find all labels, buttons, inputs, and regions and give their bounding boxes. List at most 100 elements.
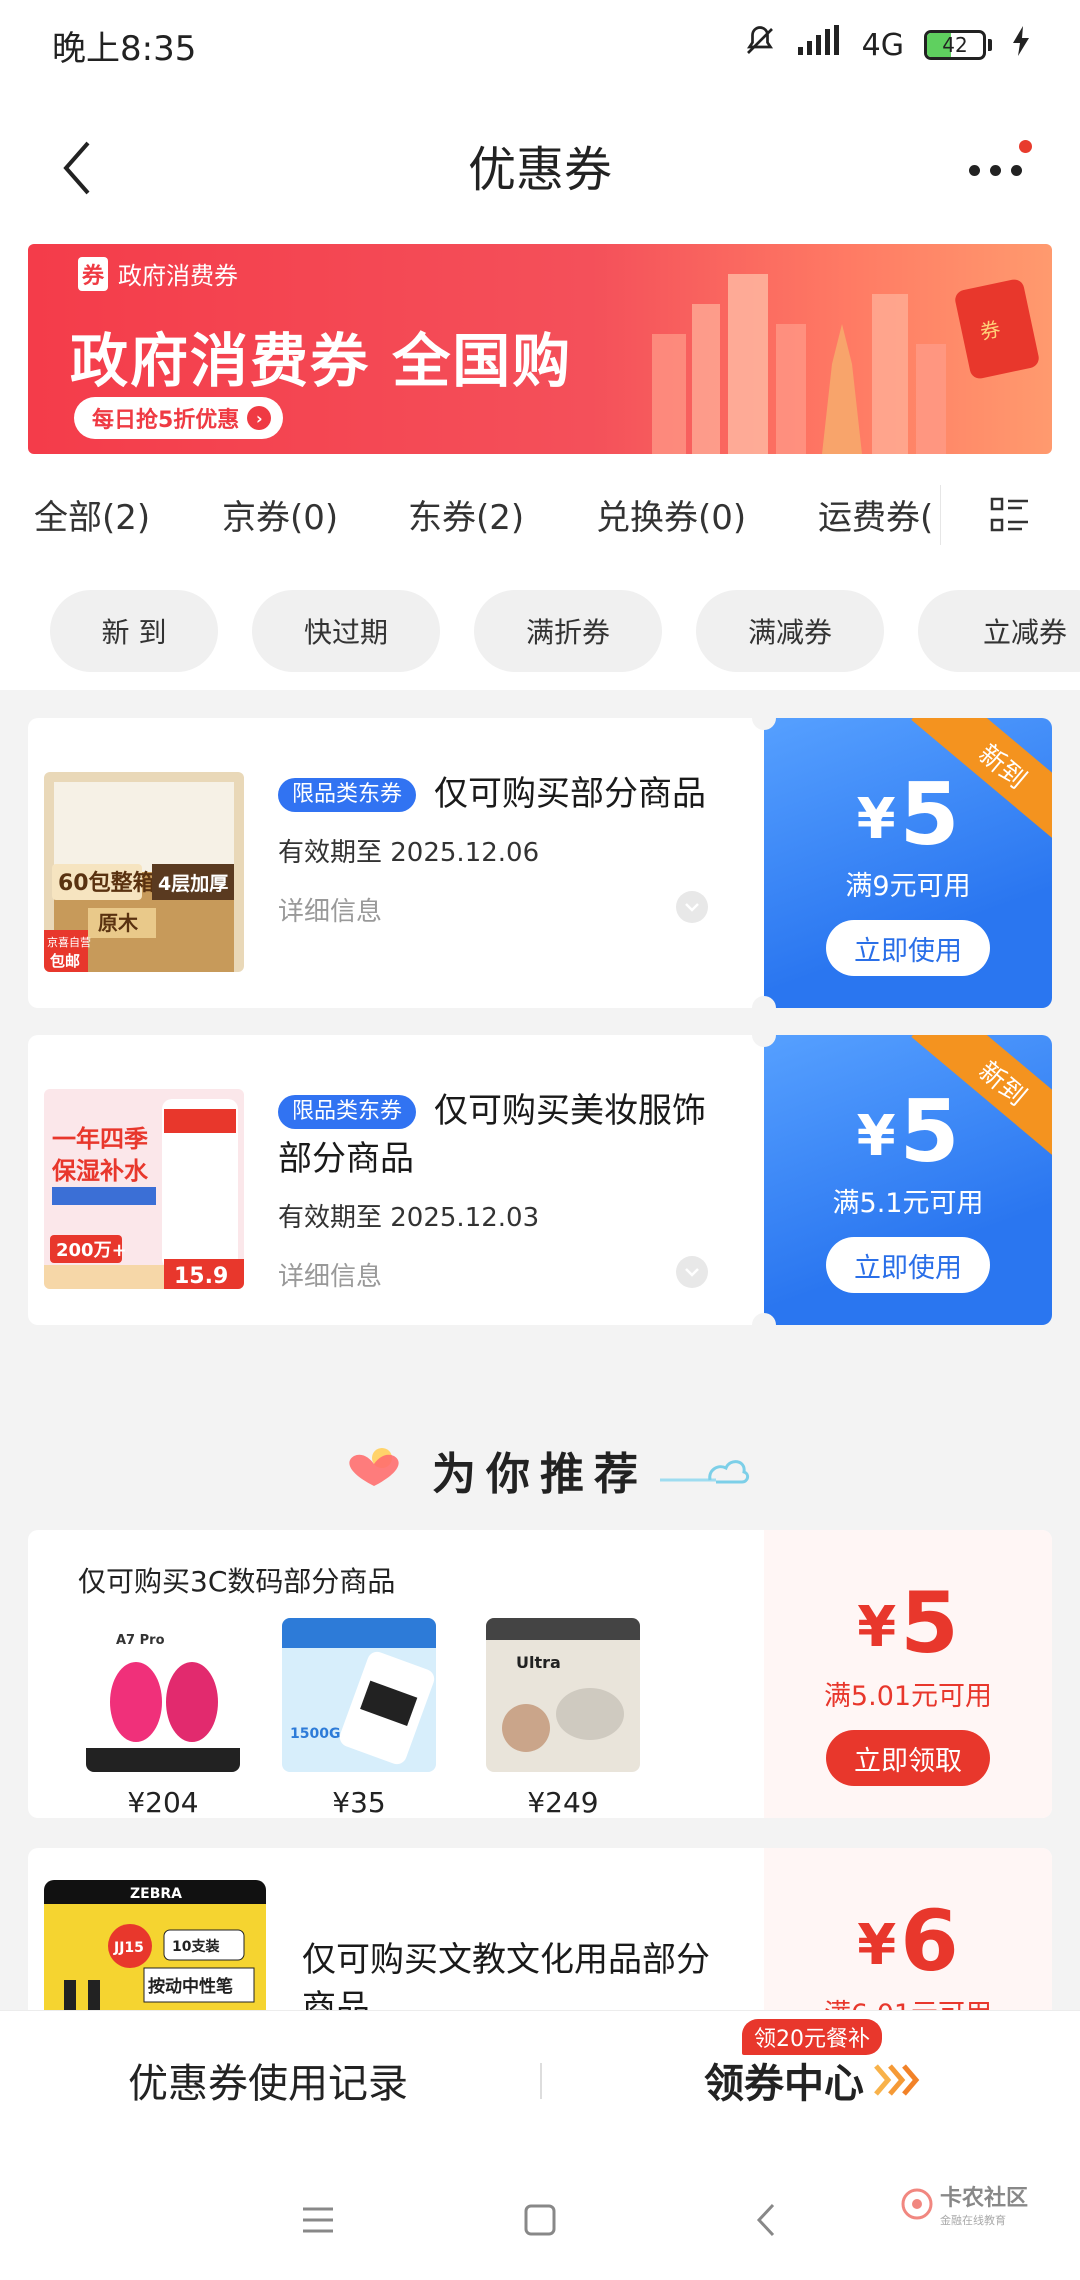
promo-banner[interactable]: 券 政府消费券 政府消费券 全国购 每日抢5折优惠 › 券 xyxy=(28,244,1052,454)
status-bar: 晚上8:35 4G 42 xyxy=(0,0,1080,90)
thumb-label: 200万+ xyxy=(56,1240,127,1261)
list-grid-icon xyxy=(990,497,1028,532)
banner-tag: 券 政府消费券 xyxy=(78,256,238,291)
coupon-value-panel: 新到 ¥5 满5.1元可用 立即使用 xyxy=(764,1035,1052,1325)
menu-icon xyxy=(303,2207,333,2233)
thumb-label: 保湿补水 xyxy=(51,1157,149,1185)
triple-chevron-icon xyxy=(874,2064,920,2096)
thumb-label: 60包整箱 xyxy=(58,870,155,896)
thumb-label: JJ15 xyxy=(113,1940,144,1956)
home-nav-button[interactable] xyxy=(510,2190,570,2250)
product-thumbnail: 60包整箱 4层加厚 原木 京喜自营 包邮 xyxy=(44,772,244,972)
heart-decoration-icon xyxy=(349,1448,399,1486)
watermark-title: 卡农社区 xyxy=(940,2186,1029,2211)
tab-jd-coupon[interactable]: 京券(0) xyxy=(222,490,338,539)
battery-icon: 42 xyxy=(924,30,992,60)
detail-label: 详细信息 xyxy=(278,1262,383,1292)
coupon-validity: 有效期至 2025.12.03 xyxy=(278,1203,540,1233)
menu-nav-button[interactable] xyxy=(288,2190,348,2250)
coupon-card[interactable]: 60包整箱 4层加厚 原木 京喜自营 包邮 限品类东券 仅可购买部分商品 有效期至… xyxy=(28,706,1052,1020)
tab-exchange-coupon[interactable]: 兑换券(0) xyxy=(596,490,746,539)
banner-tag-text: 政府消费券 xyxy=(118,262,239,290)
thumb-label: 4层加厚 xyxy=(158,873,228,895)
bottom-action-bar: 优惠券使用记录 领20元餐补 领券中心 xyxy=(0,2010,1080,2150)
coupon-title: 仅可购买部分商品 xyxy=(434,774,707,814)
coupon-tag-icon: 券 xyxy=(78,256,109,291)
city-skyline-illustration: 券 xyxy=(652,274,1039,454)
product-label: 1500G xyxy=(290,1726,340,1742)
filter-discount[interactable]: 满折券 xyxy=(474,590,662,672)
coupon-condition: 满9元可用 xyxy=(845,871,971,902)
back-nav-button[interactable] xyxy=(736,2190,796,2250)
coupon-value-panel: 新到 ¥5 满9元可用 立即使用 xyxy=(764,718,1052,1008)
watermark-sub: 金融在线教育 xyxy=(940,2214,1006,2227)
product-label: Ultra xyxy=(516,1653,561,1672)
recommend-title: 为你推荐 xyxy=(432,1449,648,1500)
coupon-value-panel: ¥5 满5.01元可用 立即领取 xyxy=(764,1530,1052,1818)
product-item[interactable]: 1500G ¥35 xyxy=(282,1618,436,1818)
thumb-label: 原木 xyxy=(98,911,139,935)
filter-instant-reduction[interactable]: 立减券 xyxy=(918,590,1080,672)
filter-new[interactable]: 新 到 xyxy=(50,590,218,672)
coupon-amount: ¥5 xyxy=(856,765,960,865)
tab-dong-coupon[interactable]: 东券(2) xyxy=(408,490,524,539)
mute-icon xyxy=(742,23,778,67)
coupon-type-badge: 限品类东券 xyxy=(278,1095,417,1129)
recommend-heading: 为你推荐 xyxy=(0,1420,1080,1520)
product-label: A7 Pro xyxy=(116,1633,165,1648)
coupon-detail-toggle[interactable]: 详细信息 xyxy=(278,1256,738,1293)
battery-level: 42 xyxy=(942,33,968,57)
filter-expiring[interactable]: 快过期 xyxy=(252,590,440,672)
system-nav-bar: 卡农社区 金融在线教育 xyxy=(0,2150,1080,2280)
signal-icon xyxy=(797,25,842,65)
filter-full-reduction[interactable]: 满减券 xyxy=(696,590,884,672)
detail-label: 详细信息 xyxy=(278,897,383,927)
thumb-label: ZEBRA xyxy=(130,1886,182,1902)
back-triangle-icon xyxy=(756,2203,775,2237)
watermark: 卡农社区 金融在线教育 xyxy=(900,2180,1028,2228)
charging-icon xyxy=(1012,26,1030,64)
use-now-button[interactable]: 立即使用 xyxy=(826,1237,990,1293)
notification-dot xyxy=(1019,140,1032,153)
coupon-detail-toggle[interactable]: 详细信息 xyxy=(278,891,738,928)
back-button[interactable] xyxy=(52,128,102,208)
tab-shipping-coupon[interactable]: 运费券( xyxy=(818,490,933,539)
banner-pill-text: 每日抢5折优惠 xyxy=(92,408,240,433)
thumb-label: 京喜自营 xyxy=(47,935,91,949)
status-time: 晚上8:35 xyxy=(52,28,197,69)
network-type: 4G xyxy=(861,27,904,63)
banner-pill[interactable]: 每日抢5折优惠 › xyxy=(74,397,284,439)
page-title: 优惠券 xyxy=(467,142,612,198)
cloud-decoration-icon xyxy=(660,1460,750,1484)
recommend-coupon-card[interactable]: 仅可购买3C数码部分商品 A7 Pro ¥204 1500G ¥35 Ultra… xyxy=(28,1530,1052,1818)
banner-section: 券 政府消费券 政府消费券 全国购 每日抢5折优惠 › 券 xyxy=(0,240,1080,460)
back-arrow-icon xyxy=(63,141,90,195)
home-square-icon xyxy=(524,2204,556,2236)
coupon-records-link[interactable]: 优惠券使用记录 xyxy=(128,2051,408,2109)
coupon-center-link[interactable]: 领券中心 xyxy=(704,2051,920,2109)
product-price: ¥249 xyxy=(527,1786,599,1818)
tab-grid-button[interactable] xyxy=(940,460,1080,570)
thumb-label: 15.9 xyxy=(174,1264,228,1289)
coupon-card[interactable]: 一年四季 保湿补水 200万+ 15.9 限品类东券 仅可购买美妆服饰部分商品 有… xyxy=(28,1023,1052,1337)
coupon-condition: 满5.01元可用 xyxy=(823,1681,993,1712)
coupon-condition: 满5.1元可用 xyxy=(832,1188,984,1219)
banner-headline: 政府消费券 全国购 xyxy=(70,327,573,395)
product-image: Ultra xyxy=(486,1618,640,1772)
more-dots-icon xyxy=(968,164,980,176)
claim-now-button[interactable]: 立即领取 xyxy=(826,1730,990,1786)
coupon-type-badge: 限品类东券 xyxy=(278,778,417,812)
thumb-label: 一年四季 xyxy=(52,1125,148,1153)
thumb-label: 10支装 xyxy=(172,1938,220,1955)
use-now-button[interactable]: 立即使用 xyxy=(826,920,990,976)
coupon-tabs: 全部(2) 京券(0) 东券(2) 兑换券(0) 运费券( xyxy=(0,460,1080,570)
recommend-card-title: 仅可购买3C数码部分商品 xyxy=(78,1565,396,1598)
tab-all[interactable]: 全部(2) xyxy=(34,490,150,539)
more-button[interactable] xyxy=(960,140,1032,200)
coupon-validity: 有效期至 2025.12.06 xyxy=(278,838,540,868)
filter-chips: 新 到 快过期 满折券 满减券 立减券 xyxy=(0,570,1080,690)
coupon-amount: ¥5 xyxy=(857,1574,959,1672)
product-item[interactable]: Ultra ¥249 xyxy=(486,1618,640,1818)
product-item[interactable]: A7 Pro ¥204 xyxy=(86,1618,240,1818)
status-icons: 4G 42 xyxy=(742,23,1030,67)
